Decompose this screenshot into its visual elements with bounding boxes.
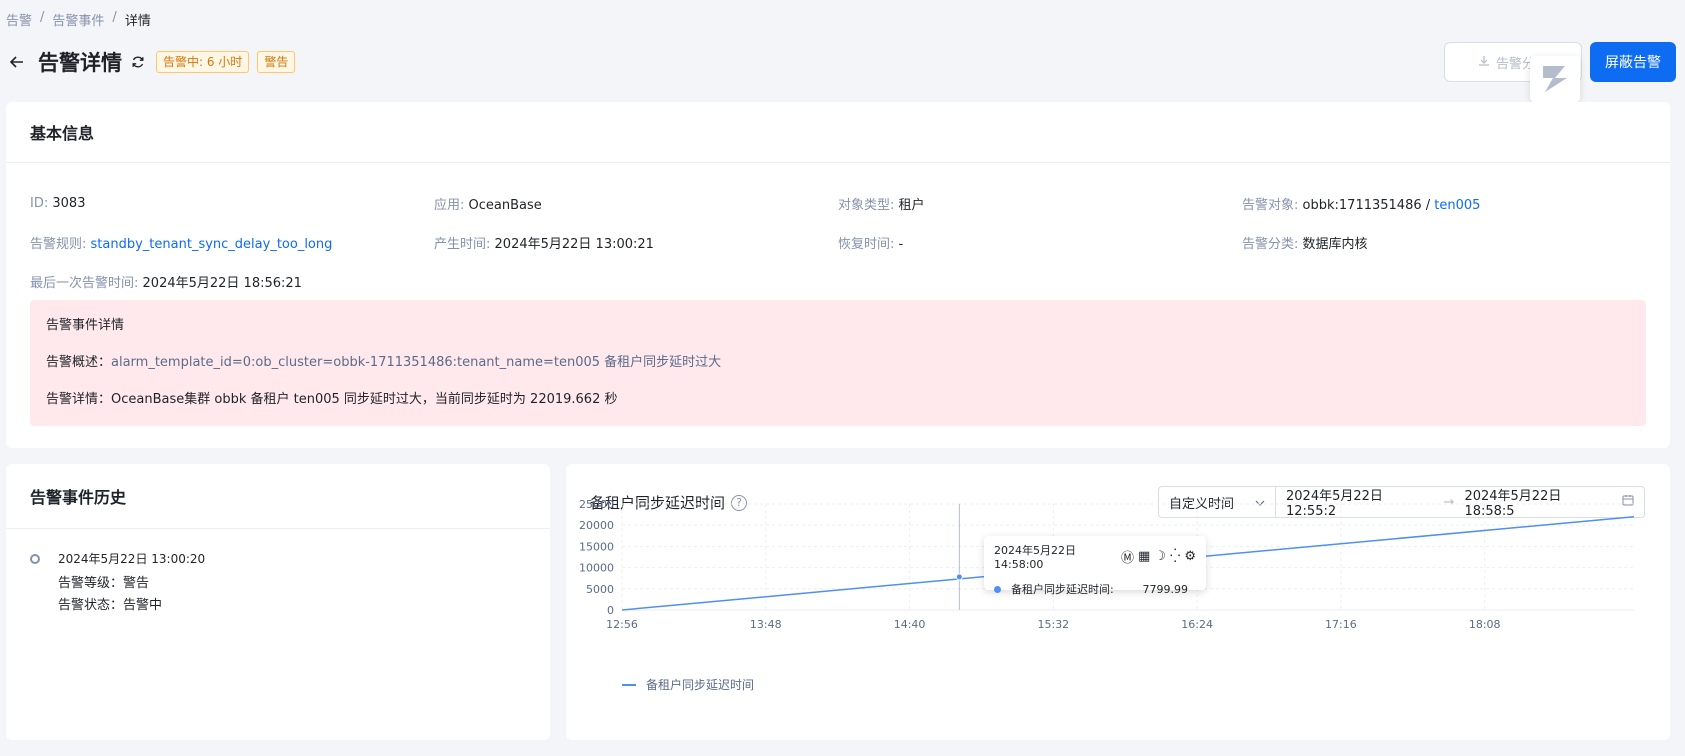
x-tick-label: 16:24 [1181, 618, 1213, 631]
summary-label: 告警概述： [46, 355, 112, 370]
last-alert-time-value: 2024年5月22日 18:56:21 [142, 276, 302, 291]
timeline-dot-icon [30, 554, 40, 564]
markdown-icon[interactable]: Ⓜ [1121, 547, 1134, 566]
page-header: 告警详情 告警中: 6 小时 警告 告警分析 屏蔽告警 [6, 42, 1676, 82]
breadcrumb-item-detail: 详情 [124, 14, 151, 29]
refresh-icon[interactable] [128, 52, 148, 72]
last-alert-time-label: 最后一次告警时间: [30, 276, 139, 291]
sync-delay-chart-card: 备租户同步延迟时间 ? 自定义时间 2024年5月22日 12:55:2 → 2… [566, 464, 1670, 740]
timeline-time: 2024年5月22日 13:00:20 [58, 552, 206, 566]
status-badge: 告警中: 6 小时 [156, 51, 250, 73]
shield-alert-button[interactable]: 屏蔽告警 [1590, 42, 1676, 82]
gear-icon[interactable]: ⚙ [1184, 549, 1196, 564]
download-icon [1478, 55, 1490, 70]
alert-object-value: obbk:1711351486 / [1302, 198, 1435, 213]
y-tick-label: 15000 [579, 540, 614, 553]
created-time-value: 2024年5月22日 13:00:21 [494, 237, 654, 252]
sync-delay-chart[interactable]: 0 5000 10000 15000 20000 25000 12:56 13:48 14:40… [566, 464, 1670, 740]
x-tick-label: 15:32 [1037, 618, 1069, 631]
tooltip-time: 2024年5月22日 14:58:00 [994, 544, 1076, 571]
page-title: 告警详情 [38, 51, 122, 75]
dots-icon[interactable]: ⁛ [1170, 549, 1180, 564]
y-tick-label: 5000 [586, 583, 614, 596]
y-tick-label: 25000 [579, 498, 614, 511]
tenant-link[interactable]: ten005 [1434, 198, 1480, 213]
legend-label: 备租户同步延迟时间 [646, 678, 755, 692]
x-tick-label: 14:40 [894, 618, 926, 631]
created-time-label: 产生时间: [434, 237, 491, 252]
tooltip-value: 7799.99 [1142, 582, 1189, 596]
chart-tooltip: 2024年5月22日 14:58:00 Ⓜ ▦ ☽ ⁛ ⚙ 备租户同步延迟时间:… [984, 536, 1206, 596]
assistant-logo-icon [1543, 66, 1567, 92]
alert-event-detail-box: 告警事件详情 告警概述：alarm_template_id=0:ob_clust… [30, 300, 1646, 426]
timeline-item: 2024年5月22日 13:00:20 告警等级：警告 告警状态：告警中 [30, 550, 205, 617]
alert-detail-page: 告警 / 告警事件 / 详情 告警详情 告警中: 6 小时 警告 告警分析 屏蔽… [0, 0, 1685, 756]
id-value: 3083 [52, 196, 86, 211]
detail-value: OceanBase集群 obbk 备租户 ten005 同步延时过大，当前同步延… [111, 392, 618, 407]
breadcrumb-separator: / [40, 10, 45, 25]
base-info-grid: ID: 3083 应用: OceanBase 对象类型: 租户 告警对象: ob… [30, 184, 1650, 301]
alert-category-label: 告警分类: [1242, 237, 1299, 252]
event-detail-title: 告警事件详情 [46, 318, 125, 333]
base-info-title: 基本信息 [6, 102, 1670, 163]
tooltip-series-name: 备租户同步延迟时间: [1011, 583, 1114, 596]
summary-value: alarm_template_id=0:ob_cluster=obbk-1711… [111, 355, 722, 370]
x-tick-label: 18:08 [1469, 618, 1501, 631]
breadcrumb-item-alert[interactable]: 告警 [6, 10, 32, 29]
breadcrumb-separator: / [112, 10, 117, 25]
grid-icon[interactable]: ▦ [1138, 549, 1150, 564]
recovery-time-value: - [898, 237, 904, 252]
detail-label: 告警详情： [46, 392, 112, 407]
level-badge: 警告 [257, 51, 296, 73]
breadcrumb: 告警 / 告警事件 / 详情 [6, 10, 151, 29]
x-tick-label: 17:16 [1325, 618, 1357, 631]
moon-icon[interactable]: ☽ [1154, 549, 1166, 564]
back-arrow-icon[interactable] [6, 51, 28, 73]
x-tick-label: 13:48 [750, 618, 782, 631]
chart-legend[interactable]: 备租户同步延迟时间 [622, 676, 754, 693]
x-tick-label: 12:56 [606, 618, 638, 631]
alert-rule-link[interactable]: standby_tenant_sync_delay_too_long [91, 237, 333, 252]
y-tick-label: 0 [607, 604, 614, 617]
recovery-time-label: 恢复时间: [838, 237, 895, 252]
alert-category-value: 数据库内核 [1302, 237, 1368, 252]
alert-rule-label: 告警规则: [30, 237, 87, 252]
legend-swatch [622, 683, 636, 686]
id-label: ID: [30, 196, 49, 211]
app-label: 应用: [434, 198, 465, 213]
app-value: OceanBase [468, 198, 542, 213]
history-timeline: 2024年5月22日 13:00:20 告警等级：警告 告警状态：告警中 [30, 550, 205, 617]
y-tick-label: 20000 [579, 519, 614, 532]
alert-history-card: 告警事件历史 2024年5月22日 13:00:20 告警等级：警告 告警状态：… [6, 464, 550, 740]
object-type-value: 租户 [898, 198, 925, 213]
base-info-card: 基本信息 ID: 3083 应用: OceanBase 对象类型: 租户 告警对… [6, 102, 1670, 448]
y-tick-label: 10000 [579, 562, 614, 575]
tooltip-series-dot [994, 585, 1001, 593]
highlight-point [955, 573, 963, 581]
breadcrumb-item-events[interactable]: 告警事件 [52, 10, 104, 29]
floating-assistant-widget[interactable] [1530, 56, 1580, 102]
timeline-status: 告警状态：告警中 [58, 598, 163, 613]
timeline-level: 告警等级：警告 [58, 576, 150, 591]
history-title: 告警事件历史 [6, 464, 550, 529]
object-type-label: 对象类型: [838, 198, 895, 213]
alert-object-label: 告警对象: [1242, 198, 1299, 213]
